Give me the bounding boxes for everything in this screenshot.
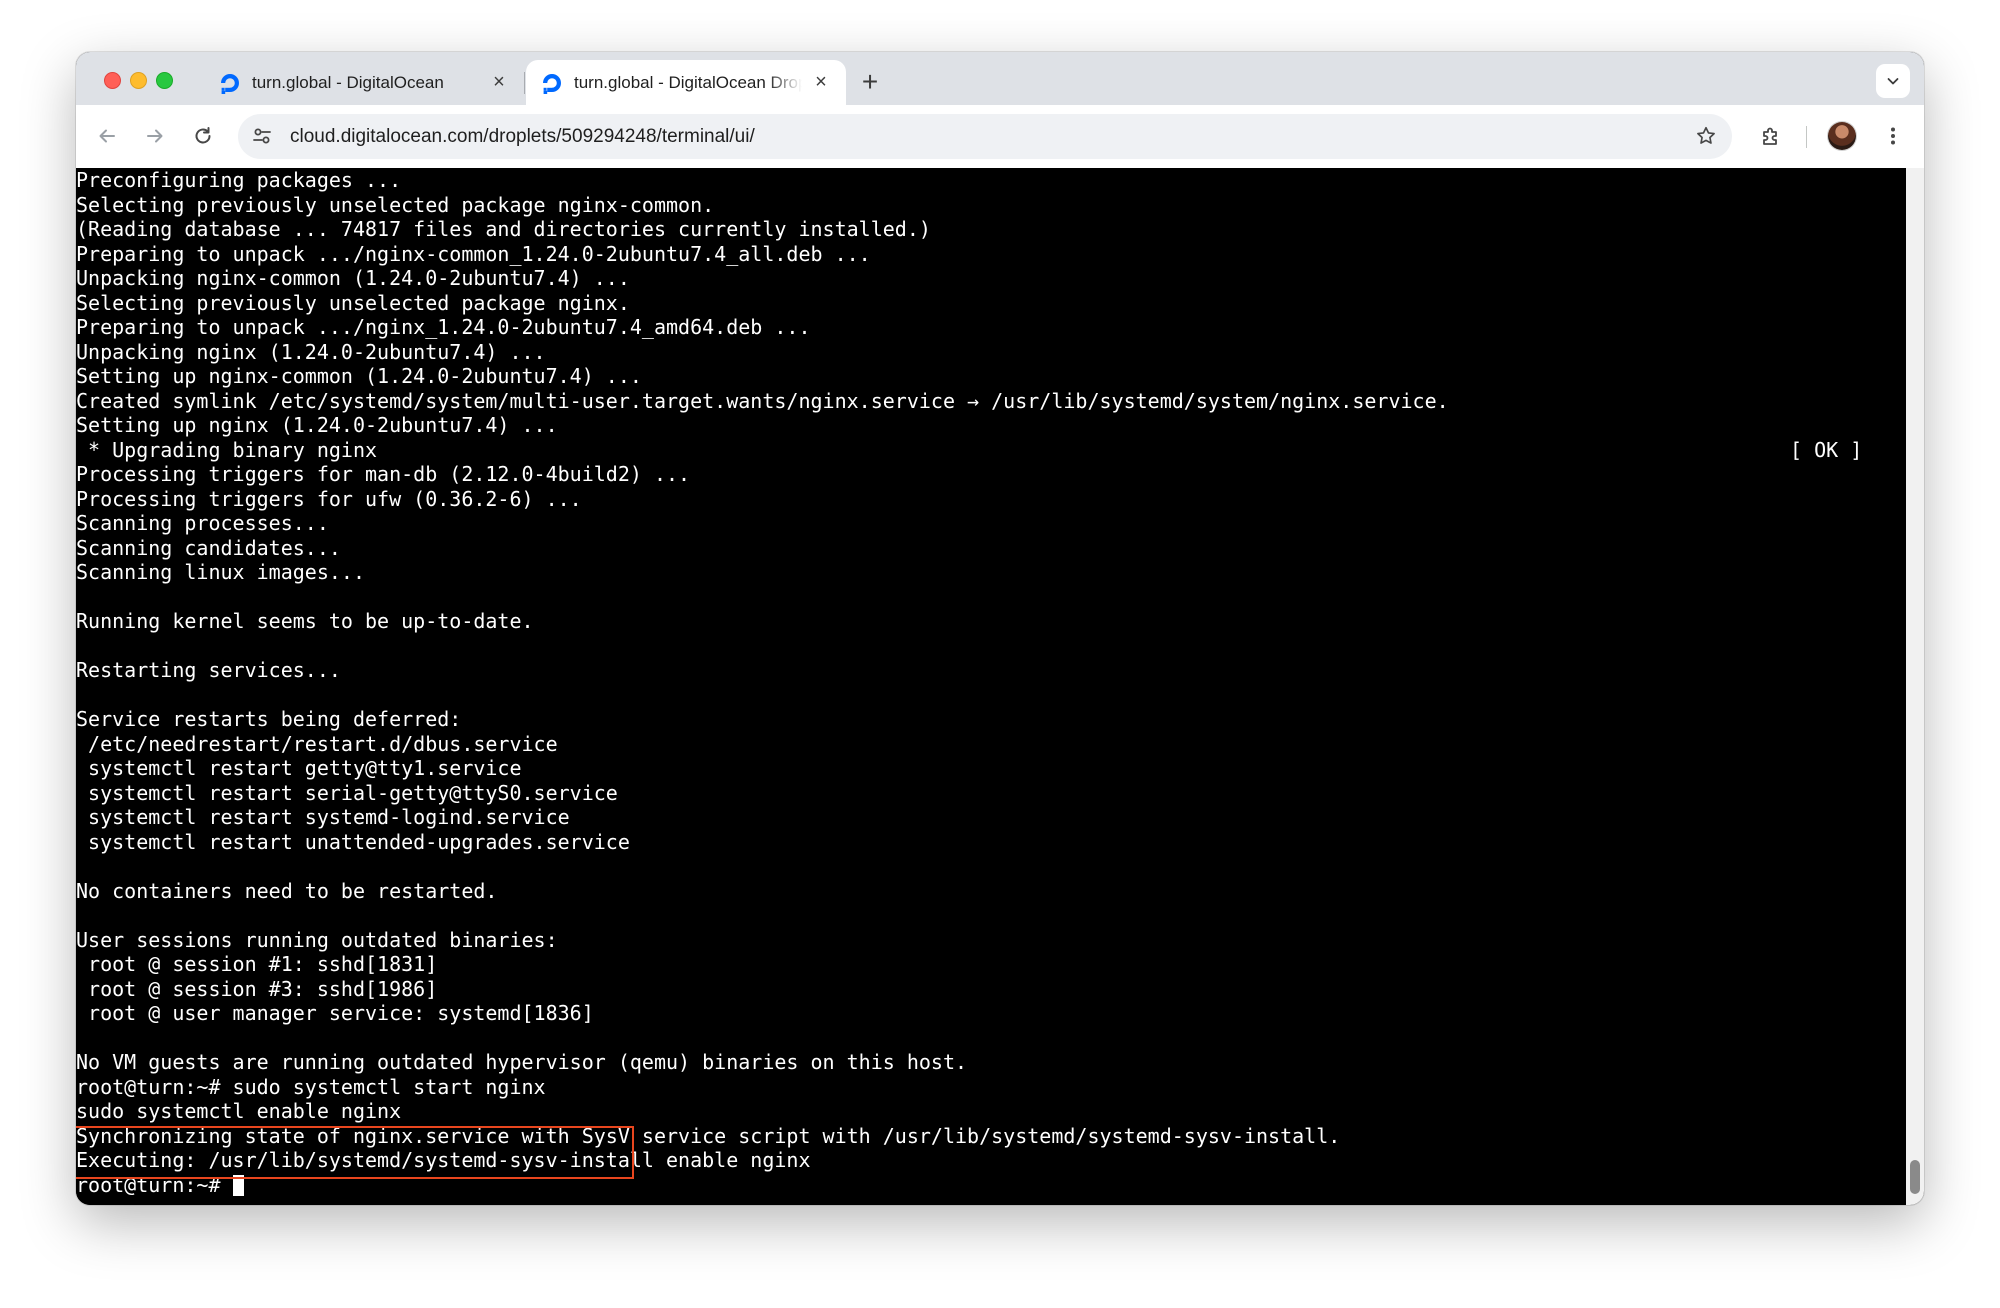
terminal-line: systemctl restart getty@tty1.service <box>76 756 522 780</box>
profile-avatar[interactable] <box>1828 122 1856 150</box>
terminal-scrollbar[interactable] <box>1906 168 1924 1205</box>
terminal-line: root @ user manager service: systemd[183… <box>76 1001 594 1025</box>
terminal-cursor <box>232 1174 244 1196</box>
terminal-line: Setting up nginx (1.24.0-2ubuntu7.4) ... <box>76 413 558 437</box>
terminal-line: Running kernel seems to be up-to-date. <box>76 609 534 633</box>
extensions-button[interactable] <box>1754 119 1788 153</box>
tab-title: turn.global - DigitalOcean <box>252 72 444 92</box>
star-icon <box>1697 126 1715 144</box>
back-button[interactable] <box>90 119 124 153</box>
chevron-down-icon <box>1887 78 1899 85</box>
terminal-line: Created symlink /etc/systemd/system/mult… <box>76 388 1449 413</box>
terminal-line: Selecting previously unselected package … <box>76 192 715 217</box>
browser-menu-button[interactable] <box>1876 119 1910 153</box>
terminal-line: No containers need to be restarted. <box>76 878 498 903</box>
close-window-button[interactable] <box>104 72 121 89</box>
terminal-line: Restarting services... <box>76 658 341 682</box>
tab-turn-global-1[interactable]: turn.global - DigitalOcean × <box>204 60 524 105</box>
terminal-line: Service restarts being deferred: <box>76 707 462 731</box>
tab-close-icon[interactable]: × <box>810 71 832 94</box>
terminal-line: root @ session #1: sshd[1831] <box>76 952 438 976</box>
terminal-line: Preconfiguring packages ... <box>76 168 402 192</box>
terminal-line: Unpacking nginx (1.24.0-2ubuntu7.4) ... <box>76 339 546 364</box>
tab-turn-global-2[interactable]: turn.global - DigitalOcean Droplets × <box>526 60 846 105</box>
terminal-line: (Reading database ... 74817 files and di… <box>76 217 931 241</box>
arrow-left-icon <box>99 129 115 143</box>
terminal-line: Unpacking nginx-common (1.24.0-2ubuntu7.… <box>76 266 630 290</box>
tab-divider <box>524 72 525 94</box>
forward-button[interactable] <box>138 119 172 153</box>
terminal-prompt-line[interactable]: root@turn:~# <box>76 1173 1449 1198</box>
maximize-window-button[interactable] <box>156 72 173 89</box>
terminal-line: sudo systemctl enable nginx <box>76 1099 402 1123</box>
tab-title: turn.global - DigitalOcean Droplets <box>574 72 802 92</box>
terminal-line: root @ session #3: sshd[1986] <box>76 976 438 1001</box>
terminal-line: * Upgrading binary nginx <box>76 437 378 462</box>
terminal-line: /etc/needrestart/restart.d/dbus.service <box>76 731 558 756</box>
more-vertical-icon <box>1891 127 1895 145</box>
terminal-line: User sessions running outdated binaries: <box>76 927 558 952</box>
reload-button[interactable] <box>186 119 220 153</box>
terminal-line: Synchronizing state of nginx.service wit… <box>76 1123 1341 1148</box>
new-tab-plus-icon[interactable]: + <box>854 66 886 98</box>
tab-search-button[interactable] <box>1876 64 1910 98</box>
puzzle-icon <box>1763 127 1777 145</box>
terminal-line: root@turn:~# sudo systemctl start nginx <box>76 1074 546 1099</box>
terminal-console[interactable]: Preconfiguring packages ... Selecting pre… <box>76 168 1906 1205</box>
browser-toolbar: cloud.digitalocean.com/droplets/50929424… <box>76 105 1924 168</box>
digitalocean-favicon-icon <box>543 73 561 94</box>
terminal-output: Preconfiguring packages ... Selecting pre… <box>76 168 1449 1197</box>
terminal-line: Processing triggers for ufw (0.36.2-6) .… <box>76 486 582 511</box>
tab-close-icon[interactable]: × <box>488 71 510 94</box>
terminal-line: No VM guests are running outdated hyperv… <box>76 1050 968 1074</box>
tab-strip: turn.global - DigitalOcean × turn.global… <box>76 52 1924 105</box>
minimize-window-button[interactable] <box>130 72 147 89</box>
site-info-button[interactable] <box>246 120 278 152</box>
url-text[interactable]: cloud.digitalocean.com/droplets/50929424… <box>290 114 755 159</box>
terminal-line: systemctl restart unattended-upgrades.se… <box>76 829 630 854</box>
status-ok-tag: [ OK ] <box>1790 437 1863 462</box>
terminal-line: Preparing to unpack .../nginx-common_1.2… <box>76 241 871 266</box>
terminal-line: Scanning processes... <box>76 511 329 535</box>
terminal-line: Setting up nginx-common (1.24.0-2ubuntu7… <box>76 364 642 388</box>
browser-window: turn.global - DigitalOcean × turn.global… <box>76 52 1924 1205</box>
terminal-line: Preparing to unpack .../nginx_1.24.0-2ub… <box>76 315 811 339</box>
terminal-line: Processing triggers for man-db (2.12.0-4… <box>76 462 691 486</box>
toolbar-divider <box>1806 126 1807 148</box>
terminal-line: Executing: /usr/lib/systemd/systemd-sysv… <box>76 1148 811 1172</box>
arrow-right-icon <box>147 129 163 143</box>
address-bar[interactable]: cloud.digitalocean.com/droplets/50929424… <box>238 114 1732 159</box>
shell-prompt: root@turn:~# <box>76 1172 233 1197</box>
scrollbar-thumb[interactable] <box>1910 1160 1920 1194</box>
terminal-line: systemctl restart serial-getty@ttyS0.ser… <box>76 780 618 805</box>
terminal-line: Scanning linux images... <box>76 560 365 584</box>
reload-icon <box>195 127 211 144</box>
digitalocean-favicon-icon <box>221 73 239 94</box>
terminal-line: Scanning candidates... <box>76 535 341 560</box>
bookmark-button[interactable] <box>1690 120 1722 152</box>
terminal-line: Selecting previously unselected package … <box>76 290 630 315</box>
terminal-line: systemctl restart systemd-logind.service <box>76 805 570 829</box>
tune-icon <box>253 128 271 144</box>
